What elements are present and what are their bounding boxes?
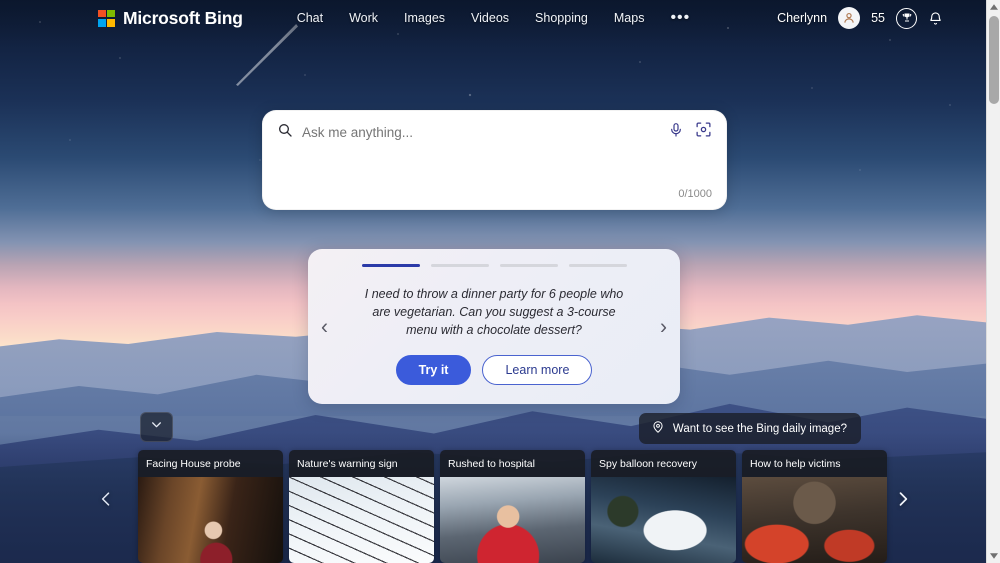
nav-more-button[interactable]: ••• — [670, 10, 690, 26]
news-card-title: Spy balloon recovery — [591, 450, 736, 477]
user-name[interactable]: Cherlynn — [777, 11, 827, 25]
news-card[interactable]: Facing House probe — [138, 450, 283, 563]
scrollbar-thumb[interactable] — [989, 16, 999, 104]
scroll-up-arrow-icon[interactable] — [987, 0, 1000, 14]
carousel-progress — [361, 264, 627, 267]
news-card[interactable]: Nature's warning sign — [289, 450, 434, 563]
news-prev-button[interactable] — [88, 478, 124, 524]
daily-image-button[interactable]: Want to see the Bing daily image? — [638, 413, 861, 444]
news-card-title: Facing House probe — [138, 450, 283, 477]
location-pin-icon — [651, 420, 665, 437]
search-box[interactable]: 0/1000 — [262, 110, 727, 210]
hamburger-menu-icon[interactable] — [954, 12, 972, 25]
rewards-points[interactable]: 55 — [871, 11, 885, 25]
news-card-thumbnail — [289, 477, 434, 563]
bell-icon[interactable] — [928, 11, 943, 26]
nav-maps[interactable]: Maps — [614, 11, 645, 25]
search-input[interactable] — [302, 122, 658, 142]
primary-nav: Chat Work Images Videos Shopping Maps ••… — [297, 10, 691, 26]
person-avatar-icon[interactable] — [838, 7, 861, 29]
scroll-down-arrow-icon[interactable] — [987, 549, 1000, 563]
visual-search-icon[interactable] — [695, 121, 712, 143]
nav-chat[interactable]: Chat — [297, 11, 323, 25]
suggestion-card: I need to throw a dinner party for 6 peo… — [308, 249, 680, 404]
progress-segment-4[interactable] — [568, 264, 627, 267]
microphone-icon[interactable] — [668, 122, 684, 143]
news-card[interactable]: How to help victims — [742, 450, 887, 563]
news-card-title: Nature's warning sign — [289, 450, 434, 477]
news-carousel: Facing House probe Nature's warning sign… — [138, 450, 887, 563]
progress-segment-3[interactable] — [499, 264, 558, 267]
suggestion-buttons: Try it Learn more — [395, 355, 593, 385]
suggestion-prompt: I need to throw a dinner party for 6 peo… — [364, 287, 624, 337]
microsoft-logo-icon — [98, 9, 115, 27]
nav-videos[interactable]: Videos — [471, 11, 509, 25]
news-card-thumbnail — [742, 477, 887, 563]
char-counter: 0/1000 — [678, 188, 712, 200]
nav-images[interactable]: Images — [404, 11, 445, 25]
try-it-button[interactable]: Try it — [395, 355, 472, 385]
news-card-title: How to help victims — [742, 450, 887, 477]
daily-image-label: Want to see the Bing daily image? — [672, 422, 847, 435]
progress-segment-2[interactable] — [430, 264, 489, 267]
chevron-left-icon[interactable]: ‹ — [321, 316, 328, 337]
news-card-thumbnail — [591, 477, 736, 563]
bing-homepage: Microsoft Bing Chat Work Images Videos S… — [0, 0, 1000, 563]
news-card-thumbnail — [440, 477, 585, 563]
learn-more-button[interactable]: Learn more — [482, 355, 593, 385]
news-card[interactable]: Spy balloon recovery — [591, 450, 736, 563]
expand-feed-button[interactable] — [140, 412, 173, 442]
search-row — [263, 111, 726, 143]
news-card-title: Rushed to hospital — [440, 450, 585, 477]
chevron-left-icon — [96, 487, 116, 516]
progress-segment-1[interactable] — [361, 264, 420, 267]
nav-work[interactable]: Work — [349, 11, 378, 25]
nav-shopping[interactable]: Shopping — [535, 11, 588, 25]
page-scrollbar[interactable] — [986, 0, 1000, 563]
search-icon — [277, 122, 293, 143]
news-card[interactable]: Rushed to hospital — [440, 450, 585, 563]
news-next-button[interactable] — [885, 478, 921, 524]
brand-name: Microsoft Bing — [123, 7, 243, 28]
search-action-icons — [668, 121, 712, 143]
trophy-icon[interactable] — [896, 7, 917, 29]
header-right-group: Cherlynn 55 — [777, 7, 972, 29]
chevron-right-icon[interactable]: › — [660, 316, 667, 337]
chevron-down-icon — [150, 418, 163, 436]
chevron-right-icon — [893, 487, 913, 516]
top-header: Microsoft Bing Chat Work Images Videos S… — [0, 0, 986, 36]
news-card-thumbnail — [138, 477, 283, 563]
brand-logo-link[interactable]: Microsoft Bing — [98, 8, 243, 29]
